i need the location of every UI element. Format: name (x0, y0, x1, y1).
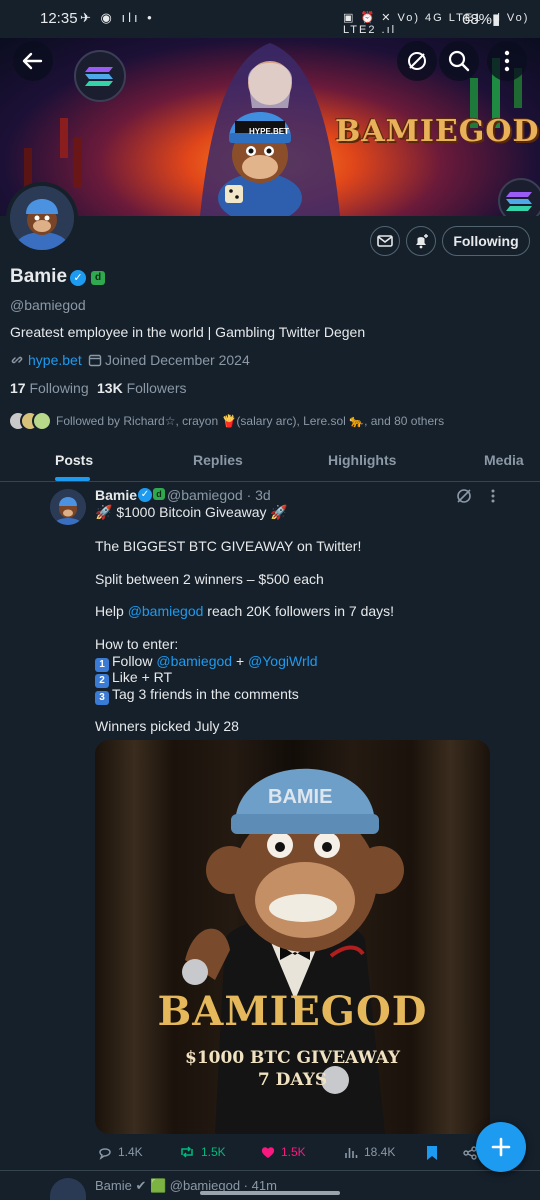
mention-link[interactable]: @bamiegod (156, 653, 232, 669)
profile-website-link[interactable]: hype.bet (28, 352, 82, 368)
monkey-mascot (218, 112, 302, 216)
follower-avatar (32, 411, 52, 431)
like-button[interactable]: 1.5K (260, 1144, 306, 1160)
battery-indicator: 68%▮ (462, 11, 501, 28)
link-icon (11, 356, 23, 364)
post-author-name[interactable]: Bamie (95, 487, 137, 503)
post-more-icon[interactable] (485, 486, 501, 506)
bookmark-filled-icon[interactable] (425, 1145, 439, 1161)
followers-label: Followers (126, 380, 187, 396)
profile-bio: Greatest employee in the world | Gamblin… (10, 324, 366, 340)
profile-avatar[interactable] (6, 182, 78, 254)
profile-handle: @bamiegod (10, 297, 86, 313)
tab-replies[interactable]: Replies (193, 452, 243, 468)
solana-logo-icon-2 (498, 178, 540, 216)
image-subtitle: $1000 BTC GIVEAWAY (185, 1048, 400, 1068)
views-chart-icon (345, 1148, 358, 1158)
tab-posts[interactable]: Posts (55, 452, 93, 468)
more-options-button[interactable] (487, 41, 527, 81)
keycap-3-icon: 3 (95, 691, 109, 705)
post-text-line: Winners picked July 28 (95, 718, 239, 734)
mention-link[interactable]: @bamiegod (128, 603, 204, 619)
affiliate-badge-icon: d (91, 271, 105, 285)
mention-link[interactable]: @YogiWrld (248, 653, 317, 669)
post-image[interactable]: BAMIE BAMIEGOD $1000 BTC GIVEAWAY 7 DAYS (95, 740, 490, 1134)
system-icons: ▣ ⏰ ✕ Vo) 4G LTE1 .ıl Vo) LTE2 .ıl (343, 12, 530, 36)
reply-count: 1.4K (118, 1145, 143, 1159)
grok-button[interactable] (397, 41, 437, 81)
post-text-fragment: Tag 3 friends in the comments (112, 686, 299, 702)
repost-count: 1.5K (201, 1145, 226, 1159)
calendar-icon (88, 354, 102, 367)
profile-banner[interactable]: HYPE.BET BAMIEGOD (0, 38, 540, 216)
image-subtitle-days: 7 DAYS (257, 1070, 328, 1090)
grok-icon (408, 52, 426, 70)
status-bar: 12:35 ✈ ◉ ılı • ▣ ⏰ ✕ Vo) 4G LTE1 .ıl Vo… (0, 0, 540, 38)
post-text-fragment: Follow (112, 653, 157, 669)
mail-icon (377, 235, 393, 247)
search-icon (448, 50, 470, 72)
hat-label: BAMIE (268, 786, 333, 808)
joined-date: Joined December 2024 (105, 352, 250, 368)
post-author-avatar[interactable] (50, 489, 86, 525)
post-text-line: Help @bamiegod reach 20K followers in 7 … (95, 603, 394, 619)
post-text-line: Split between 2 winners – $500 each (95, 571, 324, 587)
following-count-link[interactable]: 17 Following (10, 380, 89, 396)
notification-icons: ✈ ◉ ılı • (80, 10, 155, 25)
post-text-line: The BIGGEST BTC GIVEAWAY on Twitter! (95, 538, 362, 554)
followed-by-text[interactable]: Followed by Richard☆, crayon 🍟(salary ar… (56, 414, 444, 428)
post-text-line: How to enter: (95, 636, 179, 652)
verified-badge-icon: ✓ (138, 488, 152, 502)
bell-plus-icon (416, 234, 428, 249)
repost-button[interactable]: 1.5K (178, 1144, 226, 1160)
like-count: 1.5K (281, 1145, 306, 1159)
message-button[interactable] (370, 226, 400, 256)
profile-name: Bamie (10, 266, 68, 287)
avatar-image (50, 489, 86, 525)
verified-badge-icon: ✓ (70, 270, 86, 286)
heart-filled-icon (261, 1147, 275, 1158)
followers-count: 13K (97, 380, 123, 396)
affiliate-badge-icon: d (153, 488, 165, 500)
post-text-fragment: Help (95, 603, 128, 619)
post-handle-time[interactable]: @bamiegod · 3d (167, 487, 271, 503)
post-text-fragment: Like + RT (112, 669, 173, 685)
search-button[interactable] (439, 41, 479, 81)
solana-logo-icon (74, 50, 126, 102)
views-button[interactable]: 18.4K (343, 1144, 395, 1160)
tab-media[interactable]: Media (484, 452, 524, 468)
system-home-indicator[interactable] (200, 1191, 340, 1195)
reply-icon (99, 1148, 111, 1160)
post-text-fragment: reach 20K followers in 7 days! (203, 603, 395, 619)
next-post-avatar[interactable] (50, 1178, 86, 1200)
post-text-fragment: + (232, 653, 249, 669)
following-count: 17 (10, 380, 26, 396)
tab-highlights[interactable]: Highlights (328, 452, 396, 468)
repost-icon (181, 1146, 193, 1158)
views-count: 18.4K (364, 1145, 396, 1159)
status-time: 12:35 (40, 10, 78, 27)
banner-title: BAMIEGOD (335, 114, 540, 149)
more-vertical-icon (504, 50, 510, 72)
back-button[interactable] (13, 41, 53, 81)
arrow-left-icon (22, 52, 43, 70)
following-button[interactable]: Following (442, 226, 530, 256)
followers-count-link[interactable]: 13K Followers (97, 380, 186, 396)
post-divider (0, 1170, 540, 1171)
notifications-button[interactable] (406, 226, 436, 256)
avatar-image (10, 186, 74, 250)
compose-post-button[interactable] (476, 1122, 526, 1172)
post-text-line: 🚀 $1000 Bitcoin Giveaway 🚀 (95, 504, 288, 520)
grok-icon[interactable] (454, 486, 474, 506)
hat-label: HYPE.BET (249, 127, 290, 136)
image-title: BAMIEGOD (157, 988, 428, 1035)
plus-icon (491, 1137, 511, 1157)
reply-button[interactable]: 1.4K (97, 1144, 143, 1160)
post-text-line: 3 Tag 3 friends in the comments (95, 686, 299, 705)
tabs-divider (0, 481, 540, 482)
following-label: Following (29, 380, 89, 396)
